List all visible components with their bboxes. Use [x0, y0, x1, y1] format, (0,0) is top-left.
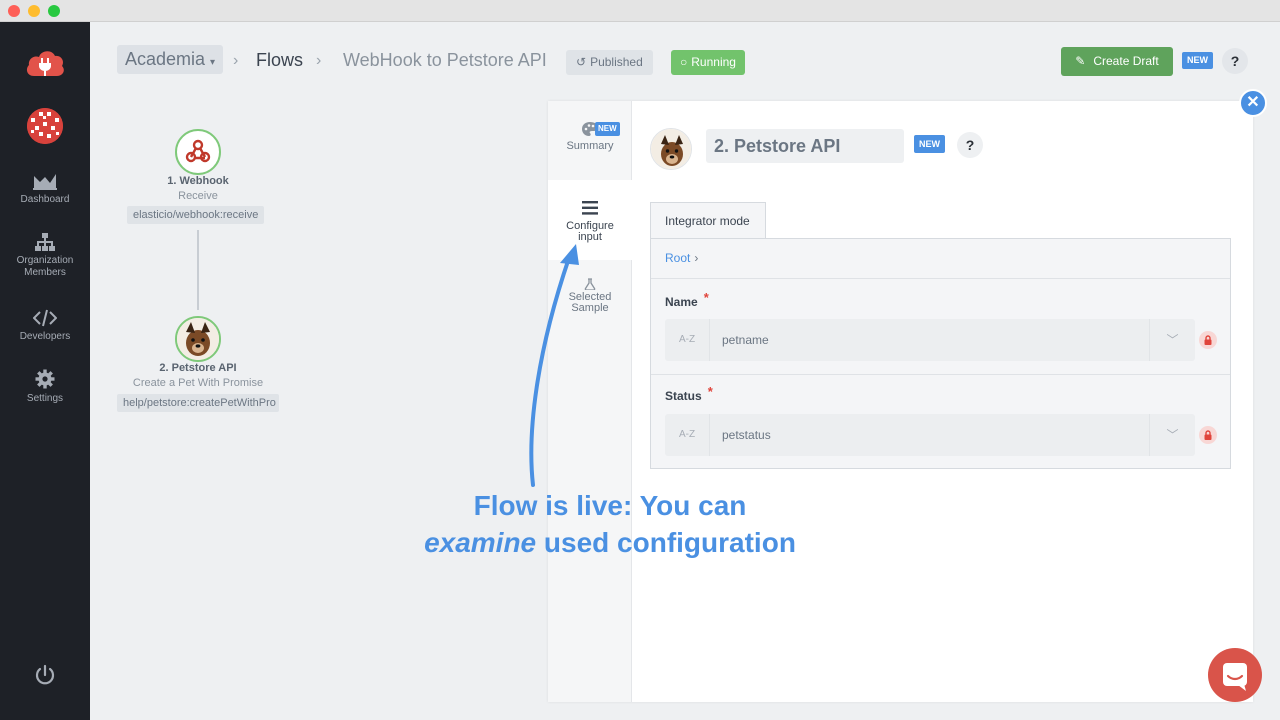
annotation-callout: Flow is live: You can examine used confi… — [390, 487, 830, 561]
field-value: petstatus — [722, 428, 771, 442]
chat-support-button[interactable] — [1208, 648, 1262, 702]
panel-tab-bar: Summary NEW Configure input Selected Sam… — [548, 101, 632, 702]
tab-label: Summary — [566, 140, 614, 152]
step-avatar — [650, 128, 692, 170]
flow-connector — [197, 230, 199, 310]
node-component-id: elasticio/webhook:receive — [127, 206, 265, 224]
spinner-icon: ○ — [680, 55, 688, 69]
lock-icon — [1199, 331, 1217, 349]
sidebar-item-organization-members[interactable]: Organization Members — [0, 233, 90, 279]
org-chart-icon — [35, 233, 55, 251]
node-title: 1. Webhook — [167, 175, 229, 187]
caret-down-icon: ▾ — [210, 57, 216, 68]
sidebar-item-label: Dashboard — [20, 194, 70, 205]
webhook-node-icon[interactable] — [175, 129, 221, 175]
main-area: Academia ▾ › Flows › WebHook to Petstore … — [90, 22, 1280, 720]
window-titlebar — [0, 0, 1280, 22]
integrator-mode-tab[interactable]: Integrator mode — [650, 202, 766, 239]
annotation-line-2: examine used configuration — [390, 524, 830, 561]
root-label: Root — [665, 251, 691, 265]
tab-label: Selected Sample — [568, 291, 612, 314]
node-component-id: help/petstore:createPetWithPro — [117, 394, 279, 412]
petstore-node-icon[interactable] — [175, 316, 221, 362]
step-name-input[interactable]: 2. Petstore API — [706, 129, 904, 163]
lock-icon — [1199, 426, 1217, 444]
tab-label: Configure input — [566, 220, 614, 243]
close-window-dot[interactable] — [8, 5, 20, 17]
tab-summary[interactable]: Summary NEW — [548, 113, 632, 173]
cloud-plug-logo-icon[interactable] — [24, 46, 66, 80]
required-asterisk: * — [707, 384, 713, 399]
create-draft-button[interactable]: ✎ Create Draft — [1061, 47, 1173, 76]
annotation-line-1: Flow is live: You can — [473, 490, 747, 521]
sidebar-item-label: Organization Members — [16, 255, 74, 278]
new-badge: NEW — [914, 135, 945, 153]
node-subtitle: Receive — [178, 190, 218, 202]
published-label: Published — [590, 55, 643, 69]
breadcrumb-chevron-icon: › — [316, 52, 322, 69]
annotation-rest: used configuration — [536, 527, 796, 558]
published-badge[interactable]: ↺ Published — [566, 50, 653, 75]
new-badge: NEW — [1182, 52, 1213, 69]
org-name: Academia — [125, 49, 206, 69]
step-config-panel: Summary NEW Configure input Selected Sam… — [548, 101, 1253, 702]
name-field[interactable]: A-Z petname ﹀ — [665, 319, 1195, 361]
type-hint: A-Z — [665, 414, 710, 456]
root-breadcrumb[interactable]: Root › — [651, 239, 1230, 279]
sidebar-item-label: Settings — [26, 393, 64, 404]
field-label-name: Name * — [665, 290, 709, 309]
help-button[interactable]: ? — [957, 132, 983, 158]
breadcrumb-chevron-icon: › — [233, 52, 239, 69]
tab-selected-sample[interactable]: Selected Sample — [548, 272, 632, 332]
sidebar-item-settings[interactable]: Settings — [0, 369, 90, 405]
minimize-window-dot[interactable] — [28, 5, 40, 17]
running-label: Running — [691, 55, 736, 69]
sidebar-item-label: Developers — [19, 331, 71, 342]
sidebar-item-developers[interactable]: Developers — [0, 309, 90, 343]
close-panel-button[interactable]: ✕ — [1239, 89, 1267, 117]
chevron-down-icon[interactable]: ﹀ — [1149, 414, 1195, 456]
new-badge: NEW — [595, 122, 620, 136]
annotation-emphasis: examine — [424, 527, 537, 558]
sidebar-item-dashboard[interactable]: Dashboard — [0, 172, 90, 206]
node-subtitle: Create a Pet With Promise — [132, 377, 264, 389]
mapping-form: Root › Name * A-Z petname ﹀ Status * A-Z pe… — [650, 238, 1231, 469]
breadcrumb-flows[interactable]: Flows — [256, 50, 303, 71]
user-avatar[interactable] — [27, 108, 63, 144]
field-label-text: Status — [665, 389, 702, 403]
breadcrumb-flow-name: WebHook to Petstore API — [343, 50, 547, 70]
help-button[interactable]: ? — [1222, 48, 1248, 74]
chevron-down-icon[interactable]: ﹀ — [1149, 319, 1195, 361]
type-hint: A-Z — [665, 319, 710, 361]
org-switcher[interactable]: Academia ▾ — [117, 45, 224, 74]
field-value: petname — [722, 333, 769, 347]
status-field[interactable]: A-Z petstatus ﹀ — [665, 414, 1195, 456]
tab-configure-input[interactable]: Configure input — [548, 180, 632, 260]
history-icon: ↺ — [576, 55, 587, 69]
menu-lines-icon — [582, 201, 598, 215]
required-asterisk: * — [703, 290, 709, 305]
code-icon — [33, 309, 57, 327]
chevron-right-icon: › — [694, 251, 699, 265]
power-icon[interactable] — [34, 664, 56, 686]
zoom-window-dot[interactable] — [48, 5, 60, 17]
node-title: 2. Petstore API — [159, 362, 237, 374]
gear-icon — [35, 369, 55, 389]
field-label-text: Name — [665, 295, 698, 309]
field-label-status: Status * — [665, 384, 713, 403]
chat-icon — [1223, 663, 1247, 691]
dashboard-icon — [33, 174, 57, 190]
running-status-badge[interactable]: ○ Running — [671, 50, 745, 75]
field-divider — [651, 374, 1230, 375]
pencil-icon: ✎ — [1075, 54, 1086, 68]
create-draft-label: Create Draft — [1093, 54, 1159, 68]
sidebar: Dashboard Organization Members Developer… — [0, 22, 90, 720]
flask-icon — [584, 278, 596, 290]
